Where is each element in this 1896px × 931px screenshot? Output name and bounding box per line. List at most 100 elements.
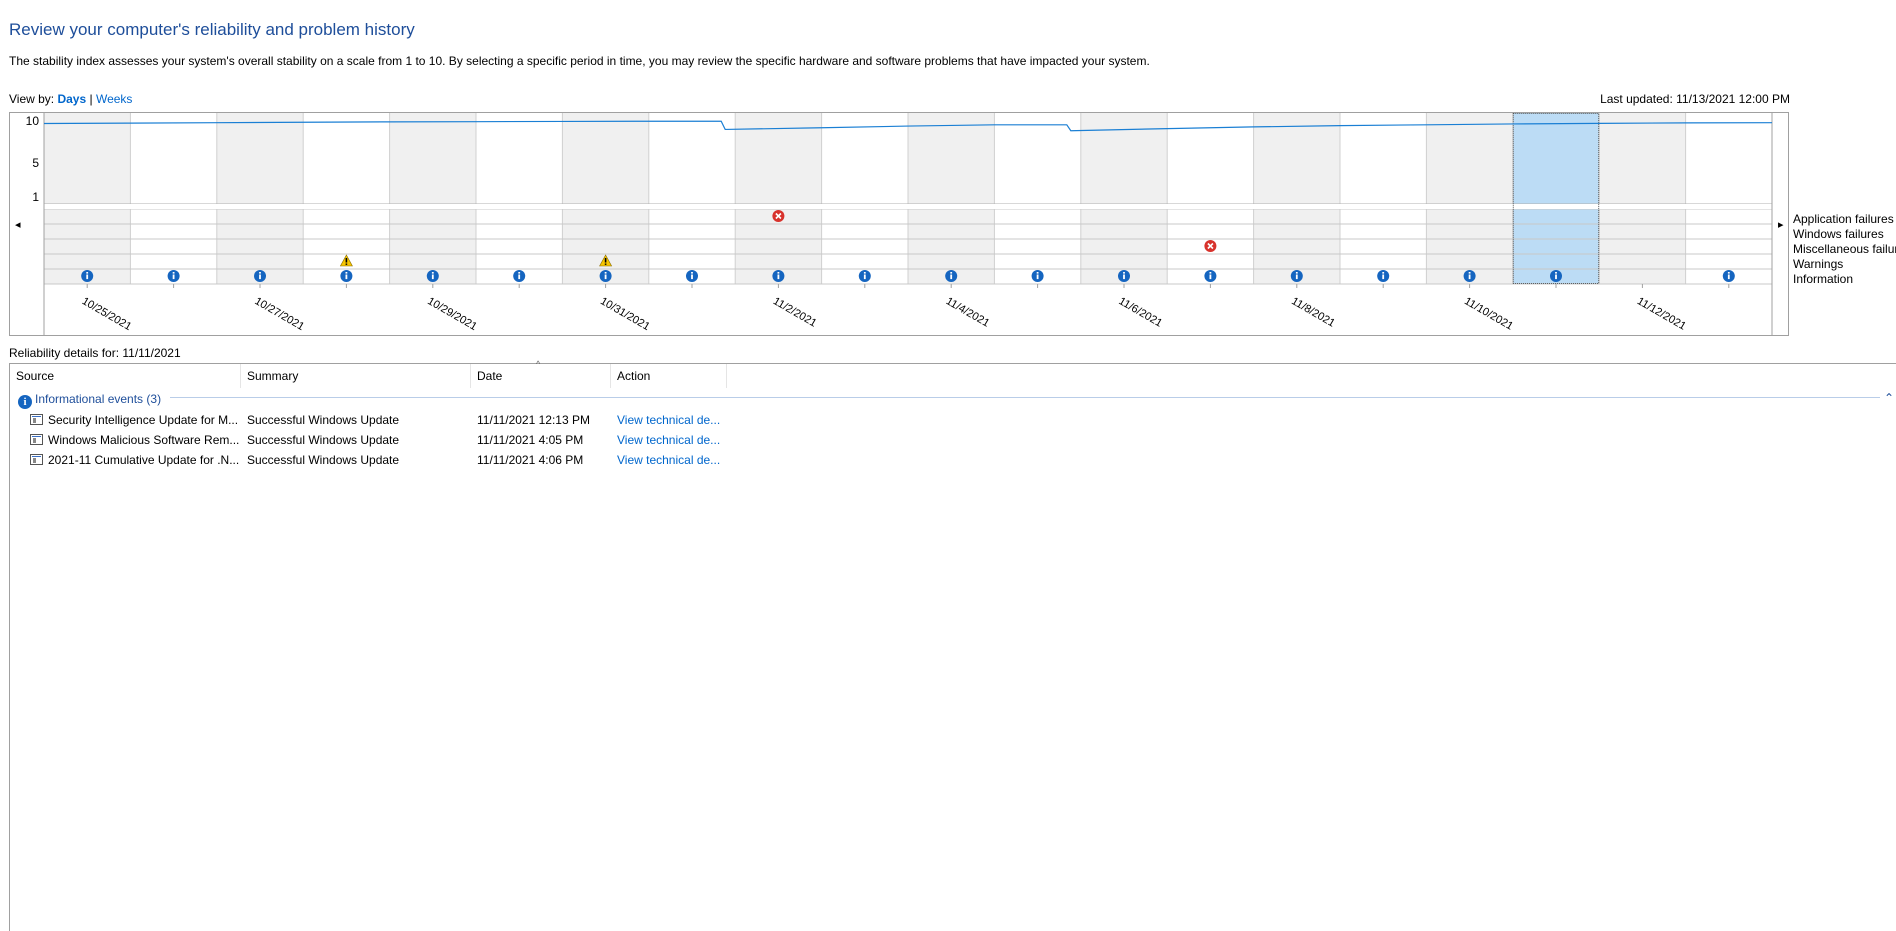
- x-tick-label: 10/29/2021: [425, 295, 479, 333]
- page-description: The stability index assesses your system…: [9, 54, 1150, 68]
- event-row[interactable]: Windows Malicious Software Rem... Success…: [10, 430, 1890, 450]
- info-icon-bar: [1555, 274, 1557, 280]
- column-header-action[interactable]: Action: [611, 364, 727, 388]
- info-icon-bar: [863, 274, 866, 280]
- day-column[interactable]: [1426, 113, 1513, 284]
- info-icon-dot: [172, 272, 175, 274]
- details-panel: Source Summary Date Action ^ i Informatio…: [9, 359, 1896, 931]
- info-icon: i: [18, 395, 32, 409]
- reliability-chart[interactable]: 10 5 1 ◂ ▸ 10/25/2021 10/27/2021 10/29/2021 10/3…: [9, 112, 1789, 336]
- info-icon-dot: [863, 272, 866, 274]
- info-icon-bar: [950, 274, 953, 280]
- info-icon-bar: [1727, 274, 1730, 280]
- event-action-link[interactable]: View technical de...: [617, 410, 727, 430]
- info-icon-dot: [86, 272, 89, 274]
- event-summary: Successful Windows Update: [247, 433, 400, 447]
- event-summary: Successful Windows Update: [247, 413, 400, 427]
- group-divider: [170, 397, 1880, 398]
- day-column[interactable]: [1340, 113, 1427, 284]
- event-date: 11/11/2021 4:06 PM: [477, 453, 584, 467]
- day-column[interactable]: [130, 113, 217, 284]
- legend-application-failures: Application failures: [1793, 212, 1894, 226]
- legend-miscellaneous-failures: Miscellaneous failures: [1793, 242, 1896, 256]
- info-icon-bar: [259, 274, 261, 280]
- sort-ascending-icon: ^: [536, 359, 541, 369]
- legend-warnings: Warnings: [1793, 257, 1844, 271]
- reliability-details-label: Reliability details for: 11/11/2021: [9, 346, 181, 360]
- info-icon-dot: [1209, 272, 1212, 274]
- event-row[interactable]: 2021-11 Cumulative Update for .N... Succe…: [10, 450, 1890, 470]
- day-column[interactable]: [908, 113, 995, 284]
- info-icon-dot: [604, 272, 607, 274]
- day-column[interactable]: [1599, 113, 1686, 284]
- legend-information: Information: [1793, 272, 1854, 286]
- info-icon-bar: [1295, 274, 1298, 280]
- day-column[interactable]: [1253, 113, 1340, 284]
- scroll-right-arrow-icon[interactable]: ▸: [1778, 219, 1784, 231]
- column-header-date[interactable]: Date: [471, 364, 611, 388]
- column-header-source[interactable]: Source: [10, 364, 241, 388]
- last-updated: Last updated: 11/13/2021 12:00 PM: [1600, 92, 1790, 106]
- chart-legend: Application failures Windows failures Mi…: [1793, 212, 1896, 287]
- update-icon: [30, 454, 43, 465]
- x-tick-label: 11/10/2021: [1462, 295, 1515, 333]
- x-tick-label: 10/25/2021: [80, 295, 134, 333]
- info-icon-bar: [172, 274, 175, 280]
- info-icon-bar: [1209, 274, 1212, 280]
- day-column[interactable]: [821, 113, 908, 284]
- warning-icon-bar: [345, 258, 348, 263]
- info-icon-dot: [1555, 272, 1557, 274]
- info-icon-dot: [431, 272, 434, 274]
- view-by-label: View by:: [9, 92, 58, 106]
- info-icon-bar: [604, 274, 607, 280]
- day-column[interactable]: [1512, 113, 1600, 284]
- info-icon-bar: [86, 274, 89, 280]
- group-label: Informational events (3): [35, 392, 162, 406]
- day-column[interactable]: [648, 113, 736, 284]
- group-informational-events[interactable]: i Informational events (3): [18, 389, 1888, 409]
- info-icon-dot: [950, 272, 953, 274]
- event-action-link[interactable]: View technical de...: [617, 450, 727, 470]
- info-icon-dot: [1468, 272, 1471, 274]
- event-date: 11/11/2021 4:05 PM: [477, 433, 584, 447]
- info-icon-dot: [1295, 272, 1298, 274]
- event-date: 11/11/2021 12:13 PM: [477, 413, 590, 427]
- event-action-link[interactable]: View technical de...: [617, 430, 727, 450]
- info-icon-dot: [259, 272, 261, 274]
- info-icon-bar: [431, 274, 434, 280]
- x-tick-label: 11/12/2021: [1635, 295, 1688, 333]
- info-icon-bar: [518, 274, 521, 280]
- update-icon: [30, 434, 43, 445]
- day-column[interactable]: [216, 113, 304, 284]
- y-tick-label: 1: [32, 190, 39, 204]
- view-by: View by: Days | Weeks: [9, 92, 132, 106]
- warning-icon-dot: [345, 263, 348, 265]
- x-tick-label: 10/27/2021: [253, 295, 307, 333]
- info-icon-dot: [1123, 272, 1125, 274]
- day-column[interactable]: [476, 113, 563, 284]
- day-column[interactable]: [735, 113, 822, 284]
- info-icon-dot: [1727, 272, 1730, 274]
- info-icon-bar: [1123, 274, 1125, 280]
- day-column[interactable]: [1685, 113, 1772, 284]
- day-column[interactable]: [389, 113, 476, 284]
- collapse-chevron-icon[interactable]: ⌃: [1884, 391, 1894, 405]
- day-column[interactable]: [994, 113, 1081, 284]
- y-tick-label: 5: [32, 156, 39, 170]
- view-by-days-link[interactable]: Days: [57, 92, 86, 106]
- legend-windows-failures: Windows failures: [1793, 227, 1884, 241]
- x-tick-label: 11/8/2021: [1289, 295, 1337, 329]
- info-icon-dot: [691, 272, 693, 274]
- day-column[interactable]: [44, 113, 131, 284]
- info-icon-dot: [1382, 272, 1385, 274]
- scroll-left-arrow-icon[interactable]: ◂: [15, 219, 21, 231]
- view-by-weeks-link[interactable]: Weeks: [96, 92, 132, 106]
- update-icon: [30, 414, 43, 425]
- event-row[interactable]: Security Intelligence Update for M... Suc…: [10, 410, 1890, 430]
- column-header-summary[interactable]: Summary: [241, 364, 471, 388]
- info-icon-dot: [777, 272, 780, 274]
- day-column[interactable]: [1080, 113, 1168, 284]
- event-source: Windows Malicious Software Rem...: [48, 433, 240, 447]
- warning-icon-bar: [604, 258, 607, 263]
- day-column[interactable]: [1167, 113, 1254, 284]
